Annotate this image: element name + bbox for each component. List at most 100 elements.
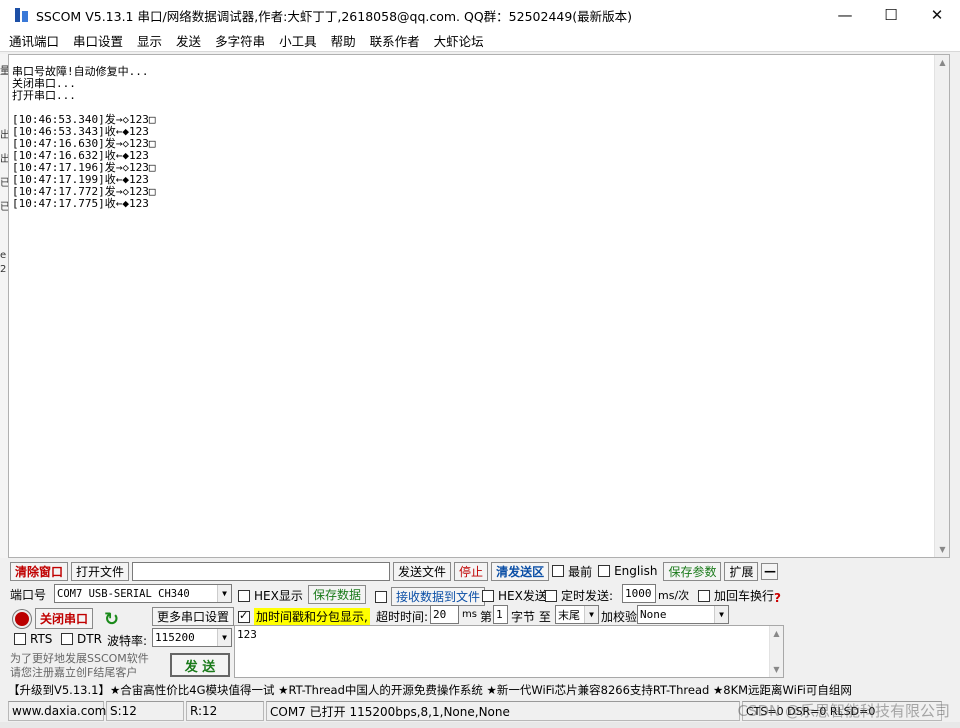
file-path-input[interactable]: [132, 561, 391, 581]
edge-char: 已: [0, 178, 8, 189]
promo-text-line2: 请您注册嘉立创F结尾客户: [10, 666, 138, 679]
dtr-option[interactable]: DTR: [61, 632, 102, 646]
timed-send-label: 定时发送:: [561, 589, 614, 603]
close-button[interactable]: ✕: [914, 0, 960, 30]
expand-button[interactable]: 扩展: [724, 561, 759, 581]
recv-to-file-checkbox[interactable]: [375, 590, 387, 603]
refresh-icon[interactable]: ↻: [104, 609, 119, 630]
chevron-down-icon[interactable]: ▼: [714, 606, 728, 623]
port-select[interactable]: COM7 USB-SERIAL CH340 ▼: [54, 584, 232, 603]
add-crlf-label: 加回车换行: [714, 589, 775, 603]
topmost-checkbox[interactable]: [552, 565, 565, 577]
port-label: 端口号: [10, 588, 47, 602]
maximize-button[interactable]: ☐: [868, 0, 914, 30]
csdn-watermark: CSDN @乐思智能科技有限公司: [737, 702, 950, 720]
status-port-info: COM7 已打开 115200bps,8,1,None,None: [266, 701, 740, 721]
port-status-led-icon: [13, 610, 31, 628]
add-crlf-checkbox[interactable]: [698, 589, 710, 602]
recv-to-file-label[interactable]: 接收数据到文件: [391, 587, 486, 606]
nth-input[interactable]: 1: [493, 605, 508, 624]
scroll-up-icon[interactable]: ▲: [935, 55, 950, 70]
send-input-area[interactable]: 123 ▲ ▼: [234, 625, 784, 678]
timed-send-checkbox[interactable]: [545, 589, 557, 602]
menu-tools[interactable]: 小工具: [279, 31, 317, 50]
english-checkbox[interactable]: [598, 565, 611, 577]
chevron-down-icon[interactable]: ▼: [217, 629, 231, 646]
menu-forum[interactable]: 大虾论坛: [434, 31, 484, 50]
status-website[interactable]: www.daxia.com: [8, 701, 106, 721]
menu-display[interactable]: 显示: [137, 31, 162, 50]
send-settings-panel: HEX显示 保存数据 接收数据到文件 HEX发送 定时发送: 1000 ms/次…: [234, 583, 784, 679]
hex-send-checkbox[interactable]: [482, 589, 494, 602]
rts-option[interactable]: RTS: [14, 632, 52, 646]
edge-char: 已: [0, 202, 8, 213]
close-port-button[interactable]: 关闭串口: [35, 608, 94, 629]
chevron-down-icon[interactable]: ▼: [584, 606, 598, 623]
interval-input[interactable]: 1000: [622, 584, 656, 603]
send-button[interactable]: 发 送: [170, 653, 230, 677]
checksum-label: 加校验: [601, 610, 638, 624]
sscom-app-icon: [14, 7, 30, 23]
end-select[interactable]: 末尾 ▼: [555, 605, 599, 624]
clear-window-button[interactable]: 清除窗口: [10, 561, 69, 581]
save-params-button[interactable]: 保存参数: [663, 561, 722, 581]
left-edge-strip: 量 出 出 已 已 e 2: [0, 54, 8, 558]
scroll-down-icon[interactable]: ▼: [935, 542, 950, 557]
receive-output-area[interactable]: 串口号故障!自动修复中... 关闭串口... 打开串口... [10:46:53.3…: [8, 54, 950, 558]
menu-send[interactable]: 发送: [176, 31, 201, 50]
menu-comm-port[interactable]: 通讯端口: [9, 31, 59, 50]
edge-char: e: [0, 250, 7, 261]
add-crlf-option[interactable]: 加回车换行: [698, 587, 774, 604]
byte-to-label: 字节 至: [511, 610, 551, 624]
timestamp-option[interactable]: 加时间戳和分包显示,: [238, 608, 370, 625]
hex-send-option[interactable]: HEX发送: [482, 587, 547, 604]
edge-char: 量: [0, 66, 8, 77]
send-scrollbar[interactable]: ▲ ▼: [769, 626, 783, 677]
menu-bar: 通讯端口 串口设置 显示 发送 多字符串 小工具 帮助 联系作者 大虾论坛: [0, 30, 960, 52]
chevron-down-icon[interactable]: ▼: [217, 585, 231, 602]
menu-serial-settings[interactable]: 串口设置: [73, 31, 123, 50]
help-icon[interactable]: ?: [774, 591, 781, 605]
menu-multi-string[interactable]: 多字符串: [215, 31, 265, 50]
end-select-value: 末尾: [558, 608, 580, 622]
checksum-select[interactable]: None ▼: [637, 605, 729, 624]
topmost-option[interactable]: 最前: [552, 563, 592, 580]
receive-output-text: 串口号故障!自动修复中... 关闭串口... 打开串口... [10:46:53.3…: [12, 66, 155, 210]
output-line: [10:47:17.775]收←◆123: [12, 197, 149, 210]
hex-display-option[interactable]: HEX显示: [238, 587, 303, 604]
edge-char: 出: [0, 130, 8, 141]
output-scrollbar[interactable]: ▲ ▼: [934, 55, 949, 557]
save-data-button[interactable]: 保存数据: [308, 585, 367, 604]
scroll-down-icon[interactable]: ▼: [770, 662, 783, 677]
recv-to-file-option[interactable]: 接收数据到文件: [375, 587, 486, 606]
timeout-input[interactable]: 20: [430, 605, 459, 624]
english-option[interactable]: English: [598, 564, 657, 578]
sscom-window: SSCOM V5.13.1 串口/网络数据调试器,作者:大虾丁丁,2618058…: [0, 0, 960, 728]
timestamp-checkbox[interactable]: [238, 609, 250, 623]
checksum-select-value: None: [640, 608, 667, 621]
open-file-button[interactable]: 打开文件: [71, 561, 130, 581]
menu-contact-author[interactable]: 联系作者: [370, 31, 420, 50]
baud-select[interactable]: 115200 ▼: [152, 628, 232, 647]
clear-send-button[interactable]: 清发送区: [491, 561, 550, 581]
english-label: English: [614, 564, 658, 578]
menu-help[interactable]: 帮助: [331, 31, 356, 50]
hex-display-label: HEX显示: [254, 589, 303, 603]
more-serial-settings-button[interactable]: 更多串口设置: [152, 607, 235, 626]
output-line: 打开串口...: [12, 89, 76, 102]
send-file-button[interactable]: 发送文件: [393, 561, 452, 581]
file-toolbar: 清除窗口 打开文件 发送文件 停止 清发送区 最前 English 保存参数 扩…: [10, 561, 779, 581]
edge-char: 2: [0, 264, 7, 275]
stop-button[interactable]: 停止: [454, 561, 489, 581]
timed-send-option[interactable]: 定时发送:: [545, 587, 613, 604]
collapse-button[interactable]: —: [761, 562, 779, 580]
scroll-up-icon[interactable]: ▲: [770, 626, 783, 641]
rts-label: RTS: [30, 632, 53, 646]
hex-display-checkbox[interactable]: [238, 589, 250, 602]
dtr-checkbox[interactable]: [61, 633, 73, 645]
edge-char: 出: [0, 154, 8, 165]
rts-checkbox[interactable]: [14, 633, 26, 645]
minimize-button[interactable]: —: [822, 0, 868, 30]
promo-bar[interactable]: 【升级到V5.13.1】★合宙高性价比4G模块值得一试 ★RT-Thread中国…: [8, 681, 952, 699]
hex-send-label: HEX发送: [498, 589, 547, 603]
